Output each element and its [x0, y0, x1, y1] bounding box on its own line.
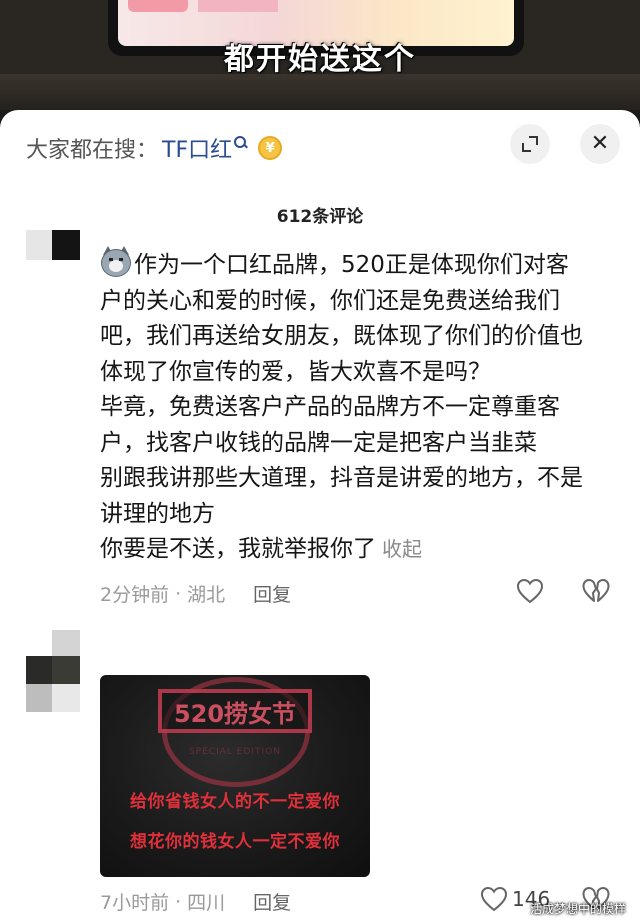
- sticker-line-2: 想花你的钱女人一定不爱你: [130, 832, 340, 852]
- close-button[interactable]: ✕: [580, 124, 620, 164]
- video-player[interactable]: 都开始送这个: [0, 0, 640, 110]
- husky-emoji-icon: [100, 246, 132, 278]
- coin-icon[interactable]: ¥: [258, 136, 283, 160]
- expand-button[interactable]: [510, 124, 550, 164]
- comment-location: 四川: [187, 892, 226, 914]
- comment-time: 2分钟前: [100, 584, 170, 606]
- comment-sheet: 大家都在搜： TF口红 ¥ ✕ 612条评论 作为一个口红品牌，520正是体现你…: [0, 110, 640, 924]
- like-heart-icon[interactable]: [480, 886, 508, 912]
- comment-line: 户，找客户收钱的品牌一定是把客户当韭菜: [100, 429, 537, 456]
- search-icon: [234, 136, 248, 150]
- comment-line: 户的关心和爱的时候，你们还是免费送给我们: [100, 287, 560, 314]
- comment-location: 湖北: [187, 584, 226, 606]
- expand-icon: [522, 136, 538, 152]
- search-suggestion[interactable]: 大家都在搜： TF口红 ¥: [26, 130, 283, 166]
- comment-line: 毕竟，免费送客户产品的品牌方不一定尊重客: [100, 394, 560, 420]
- stamp-title: 520捞女节: [158, 689, 312, 733]
- stamp-ring-text: SPECIAL EDITION: [188, 747, 282, 757]
- comment-line: 别跟我讲那些大道理，抖音是讲爱的地方，不是: [100, 465, 583, 491]
- search-term-link[interactable]: TF口红: [162, 132, 232, 164]
- comment-time: 7小时前: [100, 892, 170, 914]
- collapse-link[interactable]: 收起: [382, 537, 422, 561]
- close-icon: ✕: [590, 131, 610, 156]
- reply-button[interactable]: 回复: [253, 888, 291, 915]
- comment-line: 你要是不送，我就举报你了 收起: [100, 536, 422, 562]
- sticker-line-1: 给你省钱女人的不一定爱你: [130, 792, 340, 812]
- watermark: 活成梦想中的模样: [530, 902, 627, 916]
- comment-meta: 2分钟前 · 湖北 回复: [100, 580, 291, 607]
- avatar[interactable]: [26, 230, 80, 260]
- dislike-broken-heart-icon[interactable]: [582, 578, 610, 604]
- comment-line: 作为一个口红品牌，520正是体现你们对客: [100, 246, 620, 284]
- reply-button[interactable]: 回复: [253, 580, 291, 607]
- comment-count: 612条评论: [276, 207, 364, 227]
- avatar[interactable]: [26, 630, 80, 712]
- video-caption: 都开始送这个: [224, 42, 416, 77]
- comment-sticker-image[interactable]: 520捞女节 SPECIAL EDITION 给你省钱女人的不一定爱你 想花你的…: [100, 675, 370, 877]
- like-heart-icon[interactable]: [516, 578, 544, 604]
- comment-line: 讲理的地方: [100, 500, 215, 527]
- comment-line: 吧，我们再送给女朋友，既体现了你们的价值也: [100, 323, 583, 349]
- comment-line: 体现了你宣传的爱，皆大欢喜不是吗？: [100, 358, 491, 385]
- comment-text: 作为一个口红品牌，520正是体现你们对客 户的关心和爱的时候，你们还是免费送给我…: [100, 246, 620, 568]
- search-prefix: 大家都在搜：: [26, 138, 159, 163]
- comment-meta: 7小时前 · 四川 回复: [100, 888, 291, 915]
